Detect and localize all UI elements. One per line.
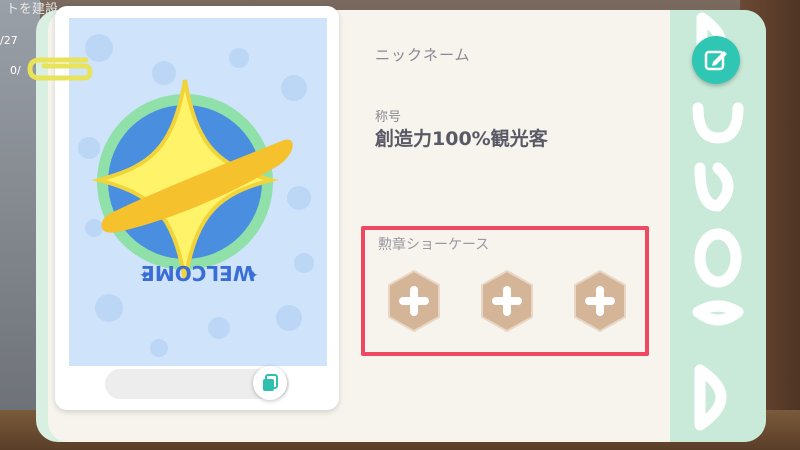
background-counter: 0/ [10, 64, 21, 77]
badge-slot-2[interactable] [474, 268, 540, 334]
copy-button[interactable] [253, 366, 287, 400]
svg-text:✦: ✦ [247, 268, 259, 284]
badge-slot-3[interactable] [567, 268, 633, 334]
plus-icon [481, 270, 533, 332]
plus-icon [574, 270, 626, 332]
edit-profile-button[interactable] [692, 36, 740, 84]
background-counter: /27 [0, 34, 18, 47]
edit-icon [704, 50, 727, 71]
title-label: 称号 [375, 110, 402, 125]
title-value: 創造力100%観光客 [375, 128, 548, 150]
paperclip-icon [27, 57, 93, 81]
svg-text:✦: ✦ [139, 268, 151, 284]
plus-icon [388, 270, 440, 332]
badge-showcase-label: 勲章ショーケース [378, 237, 490, 253]
profile-card: WELCOME ✦ ✦ [55, 6, 339, 410]
card-banner-text: WELCOME [141, 261, 255, 285]
star-planet-icon: WELCOME ✦ ✦ [78, 34, 314, 357]
copy-icon [263, 374, 278, 391]
profile-card-image: WELCOME ✦ ✦ [69, 18, 327, 366]
nickname-label: ニックネーム [375, 46, 471, 64]
badge-slot-1[interactable] [381, 268, 447, 334]
